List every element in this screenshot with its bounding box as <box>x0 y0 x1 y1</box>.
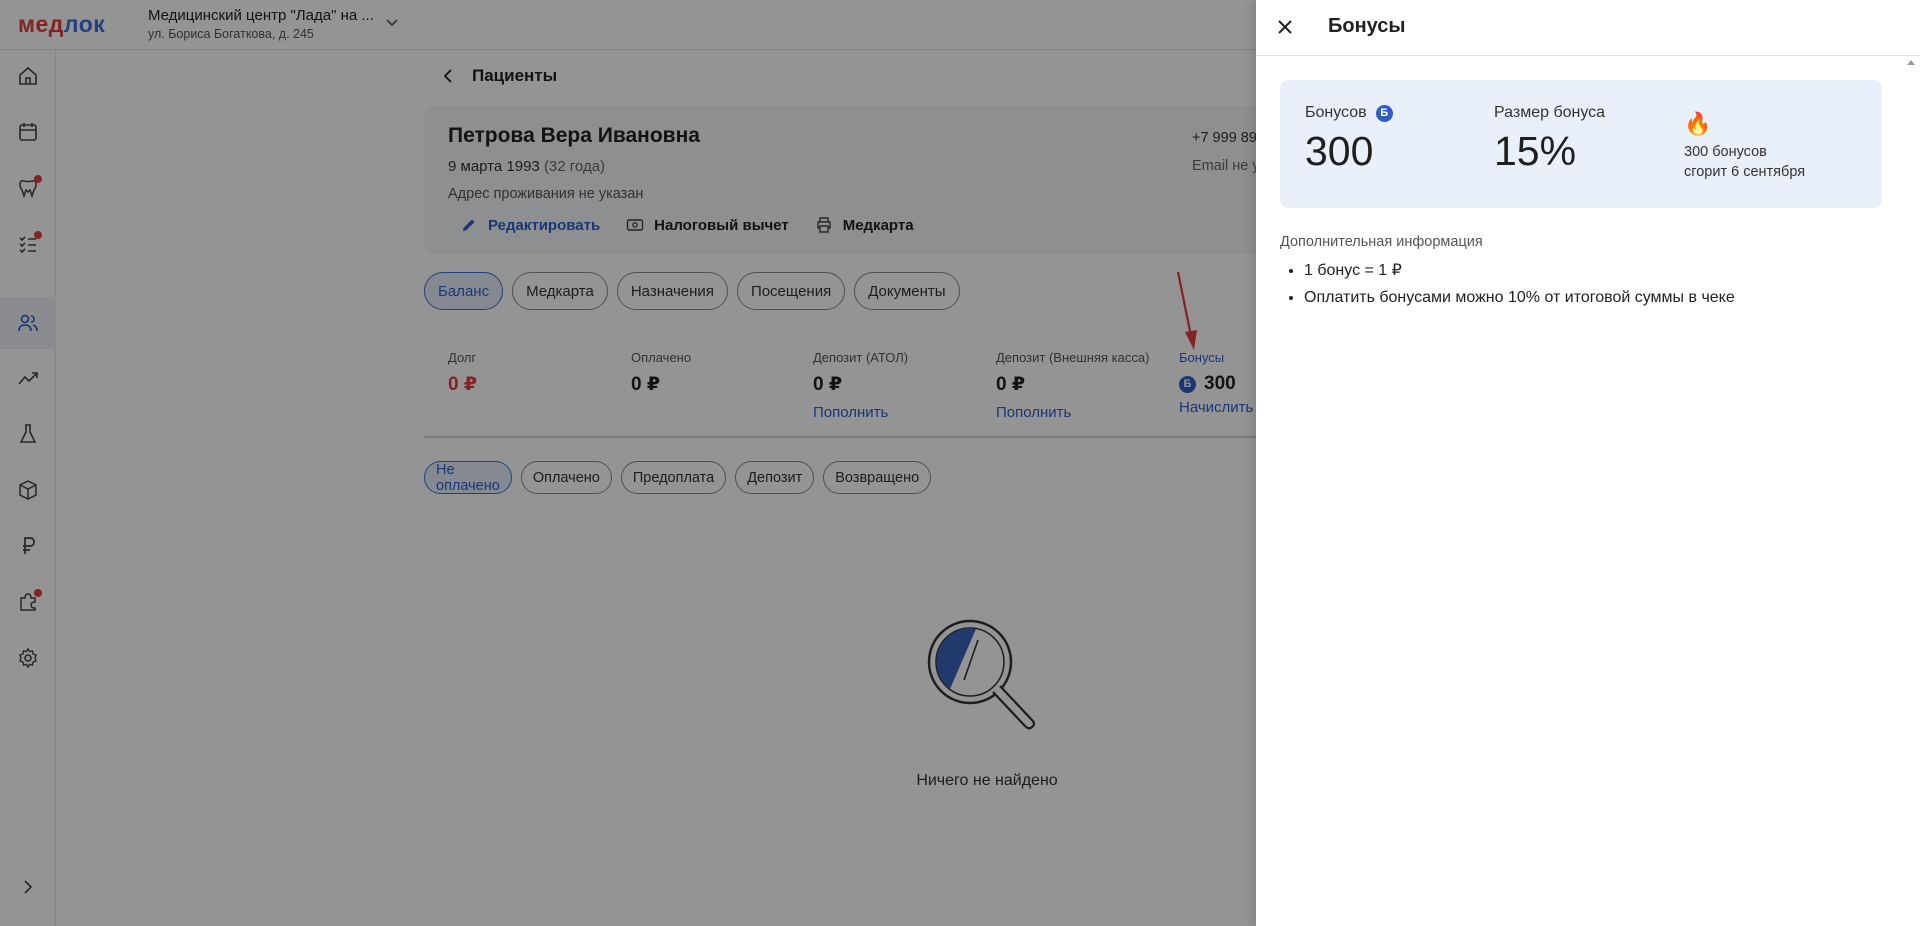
additional-info-list: 1 бонус = 1 ₽ Оплатить бонусами можно 10… <box>1304 260 1735 316</box>
modal-backdrop[interactable] <box>0 0 1256 926</box>
bonus-drawer: Бонусы Бонусов Б 300 Размер бонуса 15% 🔥 … <box>1256 0 1920 926</box>
drawer-header: Бонусы <box>1256 0 1920 56</box>
close-icon <box>1278 20 1292 34</box>
bonus-size: Размер бонуса 15% <box>1494 104 1606 174</box>
bonus-coin-icon: Б <box>1375 104 1393 122</box>
bonus-expiry: 🔥 300 бонусов сгорит 6 сентября <box>1684 111 1806 181</box>
list-item: 1 бонус = 1 ₽ <box>1304 260 1735 280</box>
fire-icon: 🔥 <box>1684 111 1712 136</box>
scroll-up-arrow-icon[interactable] <box>1906 58 1916 66</box>
bonus-balance: Бонусов Б 300 <box>1305 104 1393 175</box>
bonus-summary-card: Бонусов Б 300 Размер бонуса 15% 🔥 300 бон… <box>1280 80 1882 208</box>
close-button[interactable] <box>1270 12 1300 42</box>
bonus-size-value: 15% <box>1494 128 1577 174</box>
bonus-balance-value: 300 <box>1305 128 1374 174</box>
list-item: Оплатить бонусами можно 10% от итоговой … <box>1304 289 1735 307</box>
drawer-title: Бонусы <box>1328 15 1406 37</box>
additional-info-title: Дополнительная информация <box>1280 234 1483 250</box>
